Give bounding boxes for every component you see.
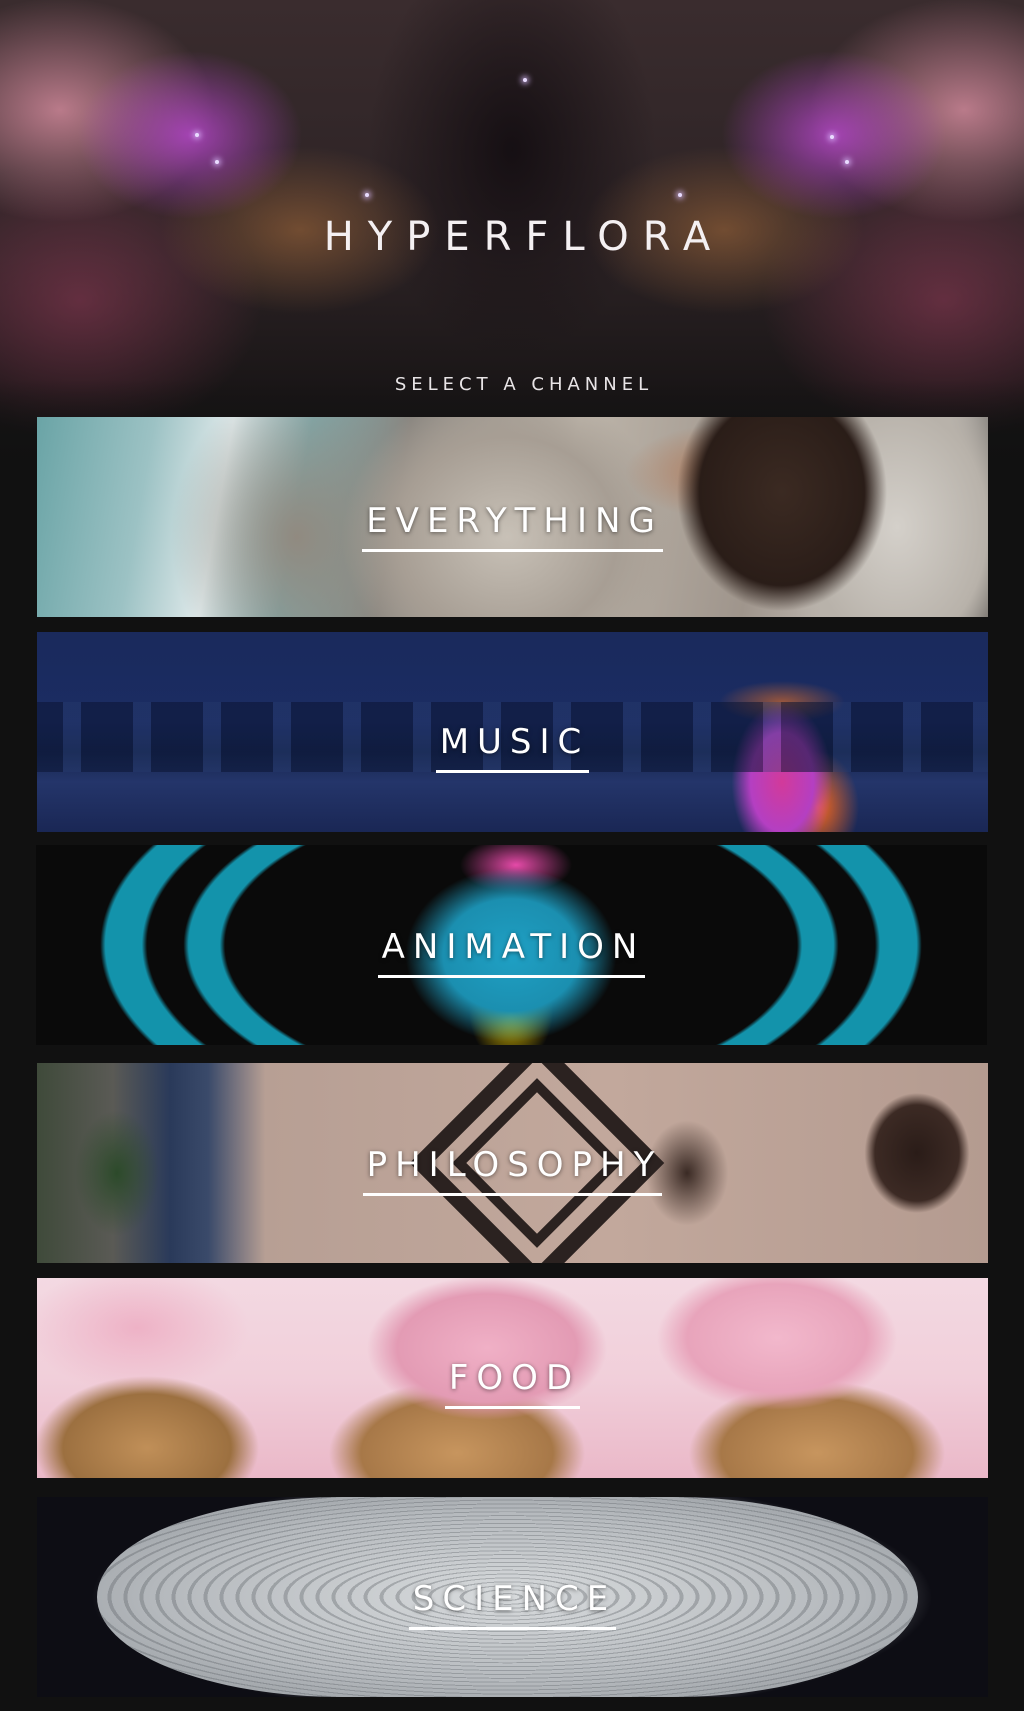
channel-science[interactable]: SCIENCE (37, 1497, 988, 1697)
channel-label: MUSIC (435, 722, 590, 773)
page-title: HYPERFLORA (323, 214, 725, 260)
channel-music[interactable]: MUSIC (37, 632, 988, 832)
hero-header: HYPERFLORA SELECT A CHANNEL (0, 0, 1024, 470)
star-icon (845, 160, 849, 164)
channel-animation[interactable]: ANIMATION (36, 845, 987, 1045)
channel-label: EVERYTHING (362, 501, 663, 552)
star-icon (830, 135, 834, 139)
channel-philosophy[interactable]: PHILOSOPHY (37, 1063, 988, 1263)
star-icon (523, 78, 527, 82)
star-icon (215, 160, 219, 164)
channel-label: SCIENCE (408, 1579, 617, 1630)
channel-food[interactable]: FOOD (37, 1278, 988, 1478)
star-icon (195, 133, 199, 137)
channel-label: PHILOSOPHY (362, 1145, 663, 1196)
star-icon (365, 193, 369, 197)
channel-label: FOOD (444, 1358, 581, 1409)
page-subtitle: SELECT A CHANNEL (394, 374, 654, 395)
channel-everything[interactable]: EVERYTHING (37, 417, 988, 617)
channel-label: ANIMATION (377, 927, 646, 978)
star-icon (678, 193, 682, 197)
